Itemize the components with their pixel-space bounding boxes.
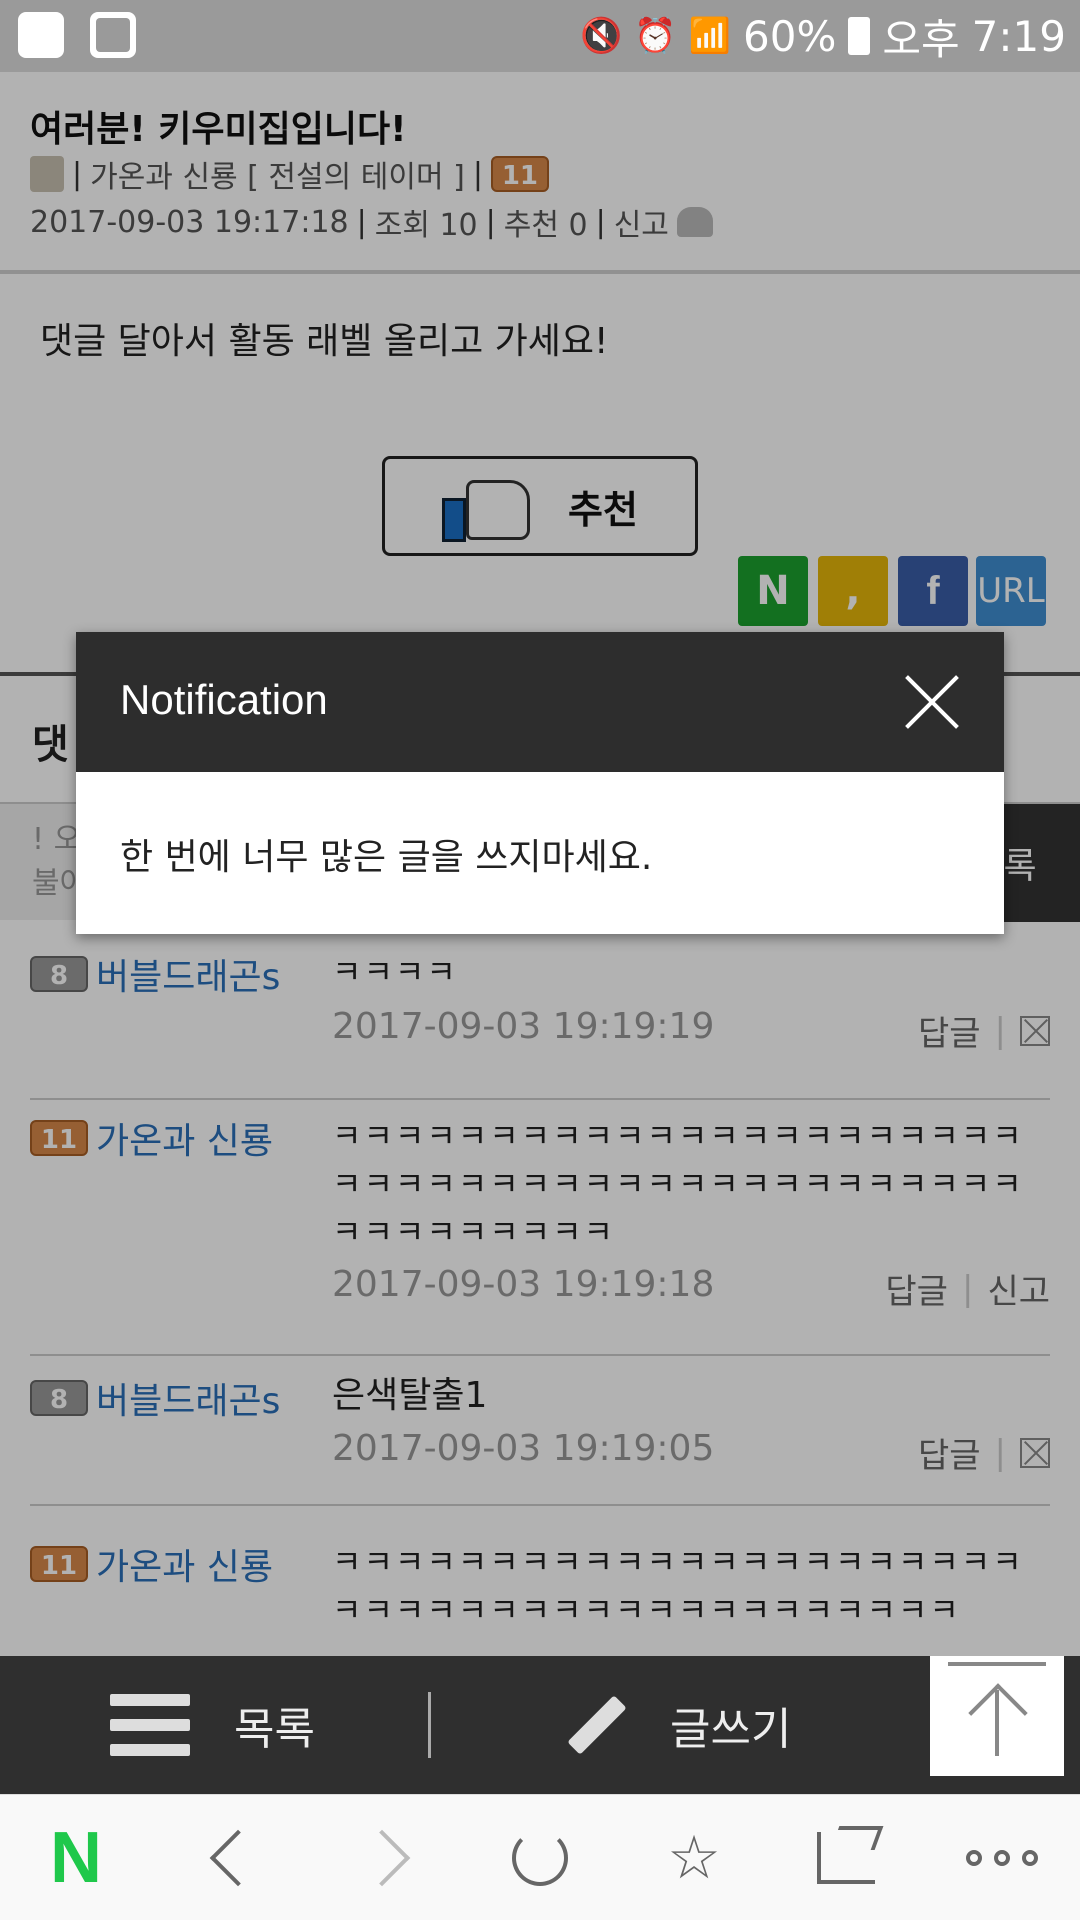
list-label: 목록 bbox=[234, 1704, 315, 1755]
notification-dialog: Notification 한 번에 너무 많은 글을 쓰지마세요. bbox=[76, 632, 1004, 934]
board-toolbar: 목록 글쓰기 bbox=[0, 1656, 1080, 1794]
reload-icon bbox=[512, 1830, 568, 1886]
naver-logo-icon: N bbox=[50, 1818, 102, 1898]
battery-percent: 60% bbox=[743, 11, 837, 61]
back-button[interactable] bbox=[180, 1795, 280, 1920]
mute-icon: 🔇 bbox=[580, 16, 623, 56]
toolbar-divider bbox=[428, 1692, 431, 1758]
wifi-icon: 📶 bbox=[688, 16, 732, 56]
battery-icon bbox=[848, 17, 871, 55]
share-button[interactable] bbox=[796, 1795, 896, 1920]
u-plus-icon bbox=[18, 12, 64, 58]
close-icon[interactable] bbox=[900, 670, 964, 734]
gallery-icon bbox=[90, 12, 136, 58]
list-button[interactable]: 목록 bbox=[110, 1656, 315, 1794]
clock: 7:19 bbox=[971, 11, 1066, 61]
status-bar: 🔇 ⏰ 📶 60% 오후 7:19 bbox=[0, 0, 1080, 72]
naver-home-button[interactable]: N bbox=[26, 1795, 126, 1920]
forward-button[interactable] bbox=[340, 1795, 440, 1920]
share-icon bbox=[817, 1832, 875, 1884]
time-ampm: 오후 bbox=[882, 14, 960, 64]
arrow-up-icon bbox=[967, 1676, 1027, 1756]
chevron-left-icon bbox=[209, 1829, 267, 1887]
scroll-to-top-button[interactable] bbox=[930, 1656, 1064, 1776]
star-icon: ☆ bbox=[667, 1823, 721, 1893]
browser-navbar: N ☆ bbox=[0, 1794, 1080, 1920]
dialog-title: Notification bbox=[120, 676, 328, 723]
reload-button[interactable] bbox=[490, 1795, 590, 1920]
bookmark-button[interactable]: ☆ bbox=[644, 1795, 744, 1920]
dialog-header: Notification bbox=[76, 632, 1004, 772]
menu-icon bbox=[110, 1694, 190, 1756]
write-button[interactable]: 글쓰기 bbox=[556, 1656, 791, 1794]
more-button[interactable] bbox=[952, 1795, 1052, 1920]
more-icon bbox=[966, 1850, 1038, 1866]
alarm-icon: ⏰ bbox=[634, 16, 677, 56]
chevron-right-icon bbox=[353, 1829, 411, 1887]
pencil-icon bbox=[556, 1690, 626, 1760]
dialog-message: 한 번에 너무 많은 글을 쓰지마세요. bbox=[120, 837, 653, 878]
write-label: 글쓰기 bbox=[670, 1704, 792, 1755]
